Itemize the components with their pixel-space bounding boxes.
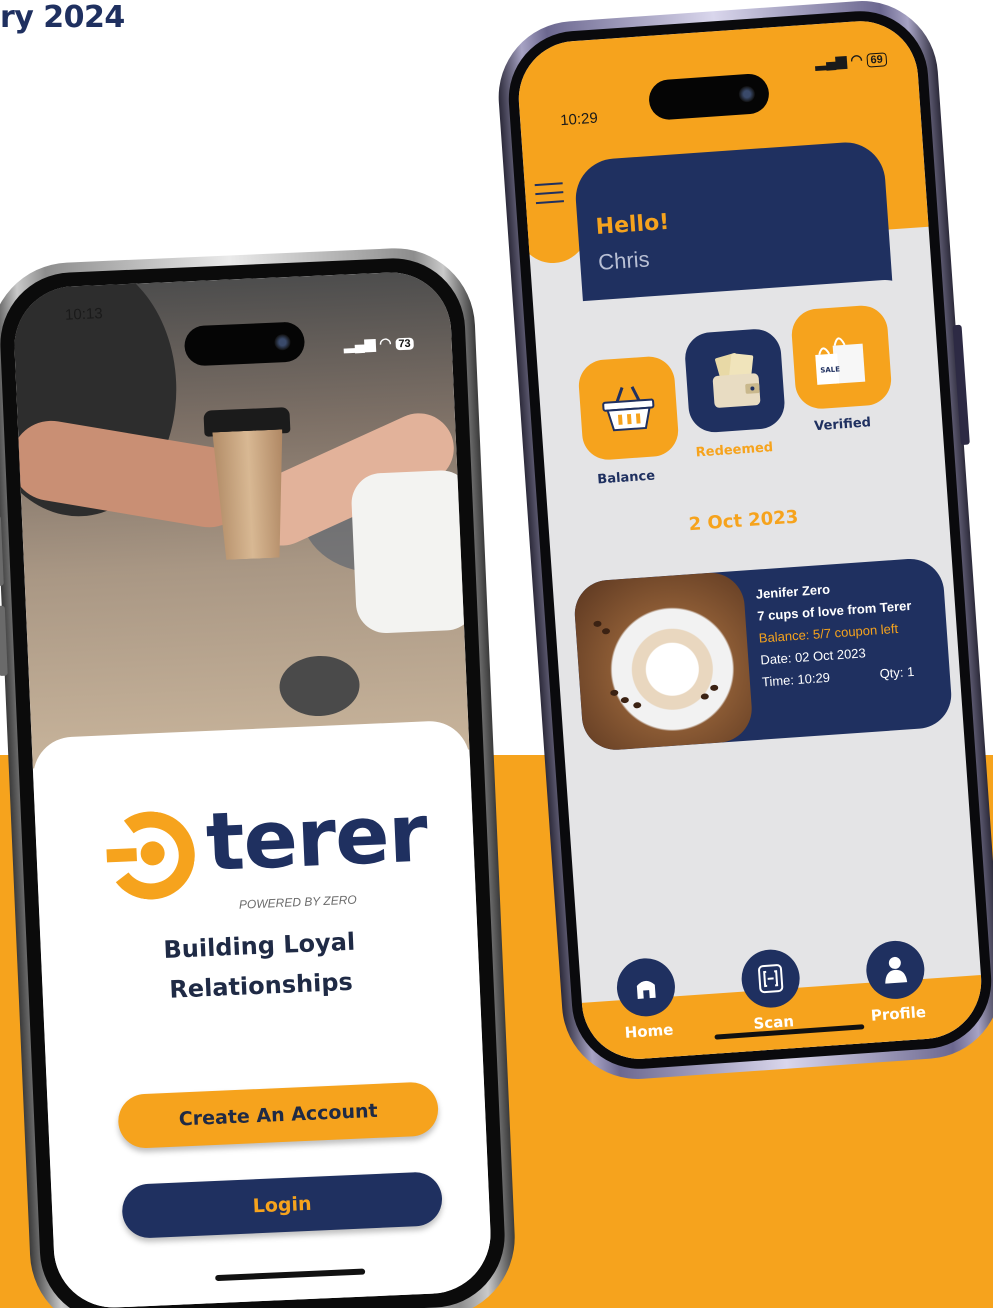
page-heading: ry 2024 — [0, 0, 125, 35]
signal-icon: ▂▄▆ — [343, 335, 376, 353]
profile-icon — [885, 956, 908, 984]
wifi-icon: ◠ — [849, 50, 864, 68]
transaction-time: Time: 10:29 — [761, 669, 831, 690]
logo-wordmark: terer — [204, 786, 429, 890]
coffee-cup-image — [203, 407, 291, 560]
basket-icon — [602, 386, 655, 432]
wifi-icon: ◠ — [378, 334, 392, 352]
dynamic-island — [183, 321, 306, 367]
status-time: 10:13 — [64, 305, 103, 324]
user-name: Chris — [597, 246, 651, 275]
home-phone-mockup: 10:29 ▂▄▆ ◠ 69 Hello! Chris SALE Balance… — [493, 0, 993, 1085]
login-phone-mockup: 10:13 ▂▄▆ ◠ 73 terer POWERED BY ZERO Bui… — [0, 244, 519, 1308]
battery-icon: 69 — [866, 52, 888, 68]
battery-icon: 73 — [395, 337, 414, 351]
login-screen: 10:13 ▂▄▆ ◠ 73 terer POWERED BY ZERO Bui… — [11, 269, 494, 1308]
home-screen: 10:29 ▂▄▆ ◠ 69 Hello! Chris SALE Balance… — [514, 17, 986, 1063]
nav-profile[interactable]: Profile — [858, 938, 934, 1026]
status-time: 10:29 — [559, 109, 599, 130]
transaction-qty: Qty: 1 — [879, 663, 915, 682]
shopping-bag-icon: SALE — [815, 337, 866, 385]
home-icon — [636, 980, 656, 999]
nav-scan[interactable]: Scan — [734, 947, 810, 1034]
coffee-cup-photo — [572, 570, 754, 753]
greeting-title: Hello! — [594, 209, 671, 240]
dynamic-island — [647, 72, 771, 121]
scan-icon — [758, 964, 784, 994]
status-icons: ▂▄▆ ◠ 73 — [344, 334, 414, 354]
terer-logo: terer — [101, 786, 429, 905]
wallet-icon — [712, 353, 761, 408]
svg-text:SALE: SALE — [820, 365, 840, 374]
redeemed-tile[interactable] — [683, 327, 787, 434]
hamburger-menu-icon[interactable] — [534, 182, 565, 208]
verified-tile[interactable]: SALE — [790, 303, 893, 411]
signal-icon: ▂▄▆ — [814, 52, 848, 71]
balance-tile[interactable] — [577, 354, 680, 462]
nav-home[interactable]: Home — [609, 956, 685, 1043]
transaction-card[interactable]: Jenifer Zero 7 cups of love from Terer B… — [572, 556, 954, 753]
